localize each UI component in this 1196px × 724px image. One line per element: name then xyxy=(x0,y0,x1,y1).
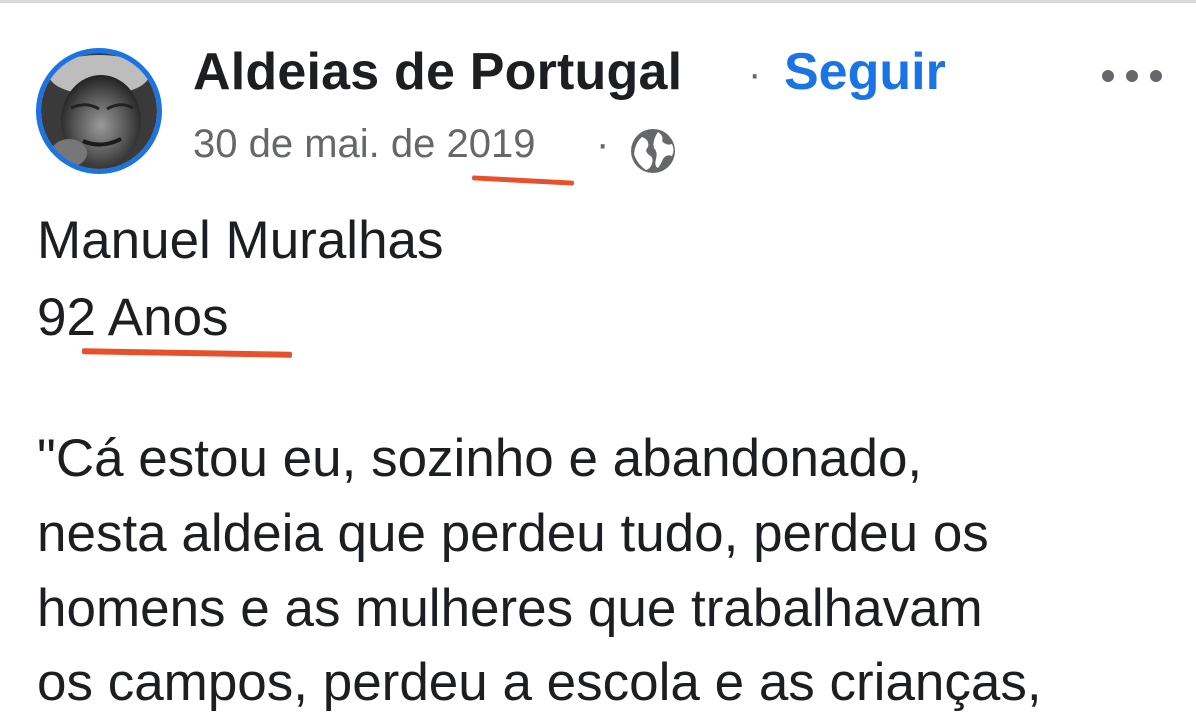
post-text-line: homens e as mulheres que trabalhavam xyxy=(37,579,983,638)
separator-dot: · xyxy=(748,52,762,96)
avatar[interactable] xyxy=(36,48,162,174)
post-text-line: Manuel Muralhas xyxy=(37,211,444,270)
facebook-post: Aldeias de Portugal · Seguir 30 de mai. … xyxy=(0,0,1196,724)
more-options-icon[interactable] xyxy=(1096,56,1168,96)
post-text-line: 92 Anos xyxy=(37,288,229,347)
post-text-line: nesta aldeia que perdeu tudo, perdeu os xyxy=(37,504,989,563)
page-name-link[interactable]: Aldeias de Portugal xyxy=(193,42,682,102)
globe-icon[interactable] xyxy=(628,126,678,176)
follow-button[interactable]: Seguir xyxy=(784,42,946,102)
post-text-line: "Cá estou eu, sozinho e abandonado, xyxy=(37,429,923,488)
profile-photo xyxy=(41,53,157,169)
divider xyxy=(0,0,1196,3)
separator-dot: · xyxy=(596,122,610,166)
post-timestamp[interactable]: 30 de mai. de 2019 xyxy=(193,122,535,167)
post-text-line: os campos, perdeu a escola e as crianças… xyxy=(37,653,1042,712)
annotation-underline xyxy=(81,348,293,358)
annotation-underline xyxy=(471,175,575,186)
